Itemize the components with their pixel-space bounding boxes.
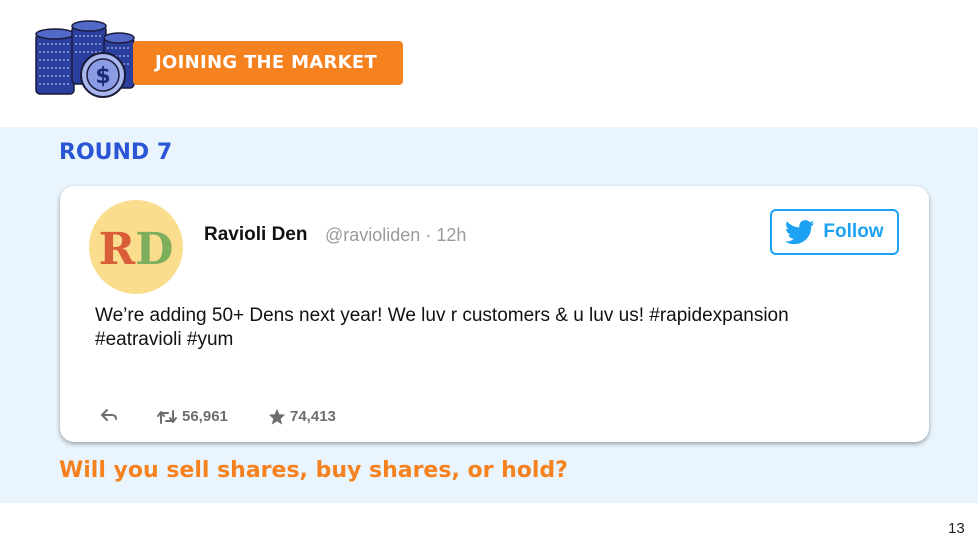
page-number: 13 xyxy=(948,520,965,537)
tweet-card: RD Ravioli Den @ravioliden · 12h Follow … xyxy=(60,186,929,442)
round-title: ROUND 7 xyxy=(59,140,173,165)
reply-button[interactable] xyxy=(100,408,118,422)
star-icon xyxy=(268,408,286,425)
slide-header: $ JOINING THE MARKET xyxy=(0,0,978,127)
follow-label: Follow xyxy=(823,221,884,242)
avatar[interactable]: RD xyxy=(89,200,183,294)
account-name[interactable]: Ravioli Den xyxy=(204,224,307,246)
twitter-bird-icon xyxy=(785,219,815,244)
account-handle: @ravioliden · 12h xyxy=(325,225,467,245)
tweet-text: We’re adding 50+ Dens next year! We luv … xyxy=(95,305,789,350)
retweet-icon xyxy=(157,409,177,424)
svg-text:$: $ xyxy=(95,64,110,89)
like-button[interactable]: 74,413 xyxy=(268,408,336,425)
avatar-letters: RD xyxy=(99,224,174,275)
retweet-count: 56,961 xyxy=(182,408,228,425)
question-prompt: Will you sell shares, buy shares, or hol… xyxy=(59,458,568,483)
follow-button[interactable]: Follow xyxy=(770,209,899,255)
coin-stack-dollar-icon: $ xyxy=(34,20,138,100)
like-count: 74,413 xyxy=(290,408,336,425)
retweet-button[interactable]: 56,961 xyxy=(156,408,228,425)
section-banner: JOINING THE MARKET xyxy=(133,41,403,85)
reply-icon xyxy=(101,409,117,421)
